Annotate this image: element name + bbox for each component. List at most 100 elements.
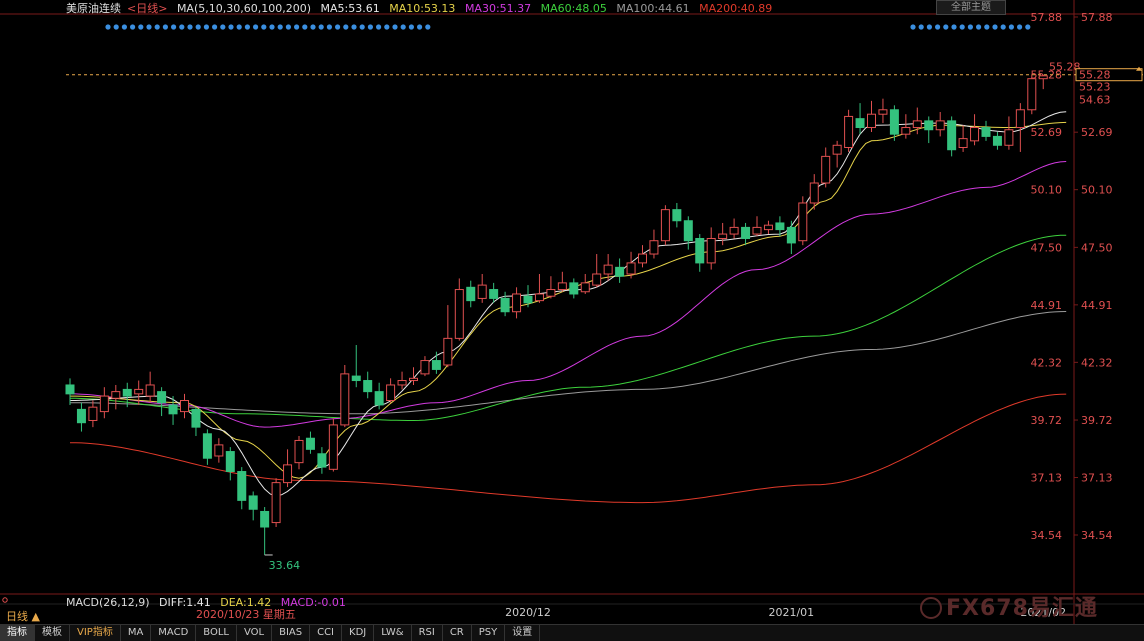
signal-dot-left-13	[212, 24, 218, 30]
candle-body-20	[294, 439, 304, 464]
period-selector[interactable]: 日线 ▲	[6, 608, 40, 624]
candle-body-33	[443, 337, 453, 366]
candle-body-80	[981, 127, 991, 137]
instrument-name: 美原油连续	[66, 2, 121, 15]
candle-body-67	[832, 144, 842, 155]
ma5-line	[70, 111, 1067, 497]
candle-body-26	[363, 380, 373, 393]
candle-body-19	[283, 464, 293, 484]
candle-body-83	[1015, 109, 1025, 129]
signal-dot-left-16	[236, 24, 242, 30]
candle-body-13	[214, 444, 224, 457]
candle-body-7	[145, 384, 155, 397]
y-tick-right-3: 50.10	[1081, 184, 1113, 197]
candle-body-22	[317, 453, 327, 468]
toolbar-item-14[interactable]: 设置	[505, 625, 541, 641]
signal-dot-right-14	[1025, 24, 1031, 30]
signal-dot-left-7	[162, 24, 168, 30]
candle-body-23	[328, 424, 338, 470]
candle-body-10	[180, 400, 189, 413]
candle-body-31	[420, 360, 430, 375]
signal-dot-right-10	[992, 24, 998, 30]
candle-body-14	[225, 451, 235, 473]
candle-body-3	[99, 395, 109, 413]
candle-body-77	[947, 120, 957, 151]
y-tick-right-4: 47.50	[1081, 241, 1113, 254]
ma100-line	[70, 311, 1067, 415]
signal-dot-left-36	[400, 24, 406, 30]
signal-dot-right-3	[935, 24, 941, 30]
candle-body-84	[1027, 78, 1037, 111]
toolbar-item-12[interactable]: CR	[443, 625, 472, 641]
candle-body-42	[546, 289, 556, 297]
signal-dot-left-2	[121, 24, 127, 30]
signal-dot-left-31	[359, 24, 365, 30]
y-tick-left-8: 37.13	[1031, 472, 1063, 485]
candle-body-72	[889, 109, 899, 135]
signal-dot-right-13	[1017, 24, 1023, 30]
candle-body-21	[305, 437, 315, 450]
ma30-line	[69, 161, 1067, 428]
candle-body-40	[523, 295, 533, 304]
signal-dot-right-7	[967, 24, 974, 30]
toolbar-item-4[interactable]: MACD	[151, 625, 197, 641]
candle-body-36	[477, 284, 487, 299]
theme-dropdown-button[interactable]: 全部主题	[936, 0, 1006, 15]
candle-body-73	[901, 127, 911, 135]
indicator-toolbar: 指标 模板 VIP指标 MA MACD BOLL VOL BIAS CCI KDJ LW& RSI CR…	[0, 624, 1144, 641]
signal-dot-right-1	[918, 24, 924, 30]
candle-body-58	[729, 226, 739, 235]
price-box-high: 55.23	[1079, 81, 1111, 94]
ma60-line	[70, 234, 1067, 421]
candle-body-30	[409, 377, 418, 382]
toolbar-item-11[interactable]: RSI	[412, 625, 443, 641]
signal-dot-right-9	[984, 24, 990, 30]
candle-body-69	[855, 118, 865, 129]
toolbar-item-9[interactable]: KDJ	[342, 625, 375, 641]
candle-body-16	[248, 495, 258, 510]
candle-body-79	[970, 127, 980, 142]
signal-dot-left-12	[203, 24, 209, 30]
candle-body-43	[557, 282, 567, 291]
signal-dot-left-30	[351, 24, 357, 30]
candle-body-66	[821, 155, 831, 184]
toolbar-item-6[interactable]: VOL	[237, 625, 273, 641]
toolbar-item-8[interactable]: CCI	[310, 625, 343, 641]
toolbar-item-2[interactable]: VIP指标	[70, 625, 121, 641]
period-tag: <日线>	[127, 2, 168, 15]
candle-body-37	[489, 289, 499, 299]
signal-dot-left-6	[154, 24, 160, 30]
toolbar-item-7[interactable]: BIAS	[272, 625, 311, 641]
toolbar-item-10[interactable]: LW&	[374, 625, 412, 641]
candle-body-85	[1038, 75, 1048, 80]
candle-body-47	[603, 264, 613, 275]
candle-body-75	[924, 120, 934, 131]
signal-dot-right-8	[976, 24, 982, 30]
y-tick-right-0: 57.88	[1081, 11, 1113, 24]
candle-body-70	[867, 113, 876, 129]
y-tick-left-9: 34.54	[1031, 529, 1063, 542]
candle-body-60	[752, 226, 762, 235]
candle-body-34	[454, 289, 464, 339]
signal-dot-left-14	[220, 24, 226, 30]
toolbar-item-0[interactable]: 指标	[0, 625, 35, 641]
y-tick-left-5: 44.91	[1031, 299, 1063, 312]
toolbar-item-13[interactable]: PSY	[472, 625, 506, 641]
signal-dot-left-0	[105, 24, 111, 30]
toolbar-item-3[interactable]: MA	[121, 625, 152, 641]
toolbar-item-1[interactable]: 模板	[35, 625, 70, 641]
candlestick-chart[interactable]: 57.8857.8855.2855.2852.6952.6950.1050.10…	[0, 0, 1144, 640]
signal-dot-right-4	[943, 24, 949, 30]
signal-dot-right-5	[951, 24, 957, 30]
legend-ma10: MA10:53.13	[389, 2, 456, 15]
candle-body-0	[65, 384, 75, 395]
toolbar-item-5[interactable]: BOLL	[196, 625, 237, 641]
legend-ma30: MA30:51.37	[464, 2, 532, 15]
signal-dot-left-5	[146, 24, 152, 30]
signal-dot-left-37	[408, 24, 414, 30]
signal-dot-left-21	[277, 24, 283, 30]
signal-dot-left-11	[195, 24, 201, 30]
candle-body-2	[88, 406, 98, 421]
watermark-text: FX678易汇通	[946, 596, 1098, 621]
price-box-low: 54.63	[1079, 94, 1111, 107]
